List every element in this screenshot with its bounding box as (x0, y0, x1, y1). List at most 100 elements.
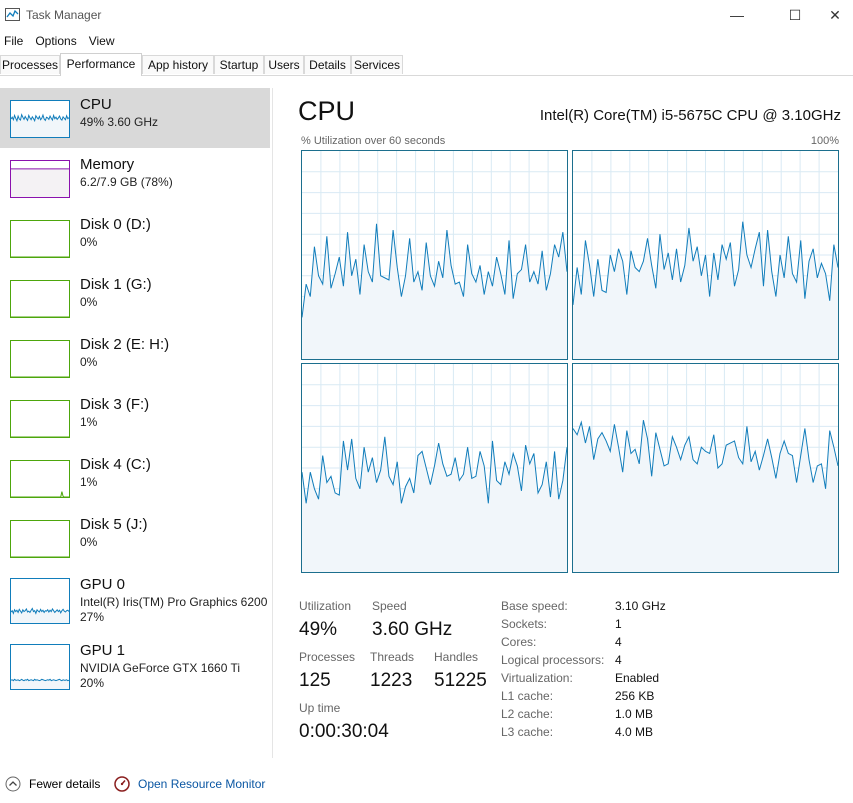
disk-thumbnail-graph (10, 460, 70, 498)
gpu-thumbnail-graph (10, 578, 70, 624)
minimize-button[interactable]: — (714, 0, 760, 30)
sidebar-item-value: Intel(R) Iris(TM) Pro Graphics 6200 (80, 595, 268, 609)
thumbnail-line (11, 491, 69, 497)
window-title: Task Manager (26, 8, 102, 22)
sidebar-item-disk-2[interactable]: Disk 2 (E: H:) 0% (0, 328, 270, 388)
sidebar-item-usage: 20% (80, 676, 105, 690)
disk-thumbnail-graph (10, 220, 70, 258)
info-label: Logical processors: (501, 653, 605, 667)
sidebar-divider (272, 88, 273, 758)
threads-label: Threads (370, 650, 415, 664)
sidebar-item-disk-0[interactable]: Disk 0 (D:) 0% (0, 208, 270, 268)
open-resource-monitor-label: Open Resource Monitor (138, 777, 266, 791)
info-value: 4 (615, 635, 622, 649)
gpu-thumbnail-graph (10, 644, 70, 690)
core-graph-1 (572, 150, 839, 360)
sidebar-item-memory[interactable]: Memory 6.2/7.9 GB (78%) (0, 148, 270, 208)
sidebar-item-label: Memory (80, 156, 135, 173)
memory-thumbnail-graph (10, 160, 70, 198)
cpu-thumbnail-graph (10, 100, 70, 138)
info-label: Sockets: (501, 617, 548, 631)
sidebar-item-label: Disk 3 (F:) (80, 396, 150, 413)
tab-bar: Processes Performance App history Startu… (0, 53, 853, 76)
menu-file[interactable]: File (0, 31, 27, 51)
tab-services[interactable]: Services (351, 55, 403, 74)
tab-users[interactable]: Users (264, 55, 304, 74)
sidebar-item-value: 49% 3.60 GHz (80, 115, 159, 129)
sidebar-item-value: 0% (80, 235, 98, 249)
info-label: L2 cache: (501, 707, 554, 721)
processes-value: 125 (299, 670, 331, 691)
sidebar-item-disk-4[interactable]: Disk 4 (C:) 1% (0, 448, 270, 508)
menu-view[interactable]: View (85, 31, 119, 51)
sidebar-item-disk-1[interactable]: Disk 1 (G:) 0% (0, 268, 270, 328)
info-label: Virtualization: (501, 671, 573, 685)
uptime-value: 0:00:30:04 (299, 721, 389, 742)
utilization-value: 49% (299, 619, 338, 640)
threads-value: 1223 (370, 670, 413, 691)
sidebar-item-value: 1% (80, 415, 98, 429)
disk-thumbnail-graph (10, 280, 70, 318)
thumbnail-area (11, 168, 69, 197)
core-graph-2 (301, 363, 568, 573)
info-value: Enabled (615, 671, 660, 685)
graph-max-label: 100% (810, 135, 839, 147)
sidebar-item-value: 0% (80, 355, 98, 369)
sidebar-item-label: GPU 0 (80, 576, 126, 593)
thumbnail-line (11, 678, 69, 682)
title-bar: Task Manager — ☐ ✕ (0, 0, 853, 30)
sidebar-item-label: GPU 1 (80, 642, 126, 659)
resource-monitor-icon (114, 776, 130, 792)
tab-processes[interactable]: Processes (0, 55, 60, 74)
chevron-up-icon (5, 776, 21, 792)
core-graph-3 (572, 363, 839, 573)
handles-value: 51225 (434, 670, 487, 691)
minimize-icon: — (730, 7, 744, 23)
thumbnail-area (11, 491, 69, 497)
core-graph-0 (301, 150, 568, 360)
info-label: L1 cache: (501, 689, 554, 703)
info-label: Cores: (501, 635, 537, 649)
sidebar-item-label: Disk 5 (J:) (80, 516, 148, 533)
menu-options[interactable]: Options (31, 31, 80, 51)
speed-value: 3.60 GHz (372, 619, 453, 640)
open-resource-monitor-link[interactable]: Open Resource Monitor (114, 776, 265, 792)
sidebar-item-label: Disk 4 (C:) (80, 456, 151, 473)
info-value: 4 (615, 653, 622, 667)
sidebar-item-label: Disk 2 (E: H:) (80, 336, 170, 353)
task-manager-icon (5, 8, 20, 21)
fewer-details-label: Fewer details (29, 777, 101, 791)
sidebar-item-gpu-1[interactable]: GPU 1 NVIDIA GeForce GTX 1660 Ti 20% (0, 634, 270, 698)
close-icon: ✕ (829, 6, 841, 23)
resource-sidebar: CPU 49% 3.60 GHz Memory 6.2/7.9 GB (78%)… (0, 88, 270, 698)
disk-thumbnail-graph (10, 340, 70, 378)
utilization-label: Utilization (299, 599, 352, 613)
info-label: Base speed: (501, 599, 568, 613)
sidebar-item-cpu[interactable]: CPU 49% 3.60 GHz (0, 88, 270, 148)
sidebar-item-gpu-0[interactable]: GPU 0 Intel(R) Iris(TM) Pro Graphics 620… (0, 568, 270, 632)
handles-label: Handles (434, 650, 479, 664)
sidebar-item-label: CPU (80, 96, 112, 113)
page-title: CPU (298, 96, 356, 126)
sidebar-item-disk-3[interactable]: Disk 3 (F:) 1% (0, 388, 270, 448)
tab-details[interactable]: Details (304, 55, 351, 74)
sidebar-item-value: 0% (80, 535, 98, 549)
info-value: 1.0 MB (615, 707, 654, 721)
sidebar-item-label: Disk 1 (G:) (80, 276, 152, 293)
disk-thumbnail-graph (10, 400, 70, 438)
fewer-details-button[interactable]: Fewer details (5, 776, 100, 792)
maximize-icon: ☐ (788, 6, 802, 23)
info-value: 3.10 GHz (615, 599, 666, 613)
processes-label: Processes (299, 650, 356, 664)
close-button[interactable]: ✕ (812, 0, 853, 30)
info-value: 1 (615, 617, 622, 631)
tab-startup[interactable]: Startup (214, 55, 264, 74)
menu-bar: File Options View (0, 31, 123, 51)
sidebar-item-value: NVIDIA GeForce GTX 1660 Ti (80, 661, 241, 675)
tab-app-history[interactable]: App history (142, 55, 214, 74)
tab-performance[interactable]: Performance (60, 53, 142, 76)
sidebar-item-disk-5[interactable]: Disk 5 (J:) 0% (0, 508, 270, 568)
info-label: L3 cache: (501, 725, 554, 739)
info-value: 4.0 MB (615, 725, 654, 739)
graph-caption: % Utilization over 60 seconds (301, 135, 446, 147)
